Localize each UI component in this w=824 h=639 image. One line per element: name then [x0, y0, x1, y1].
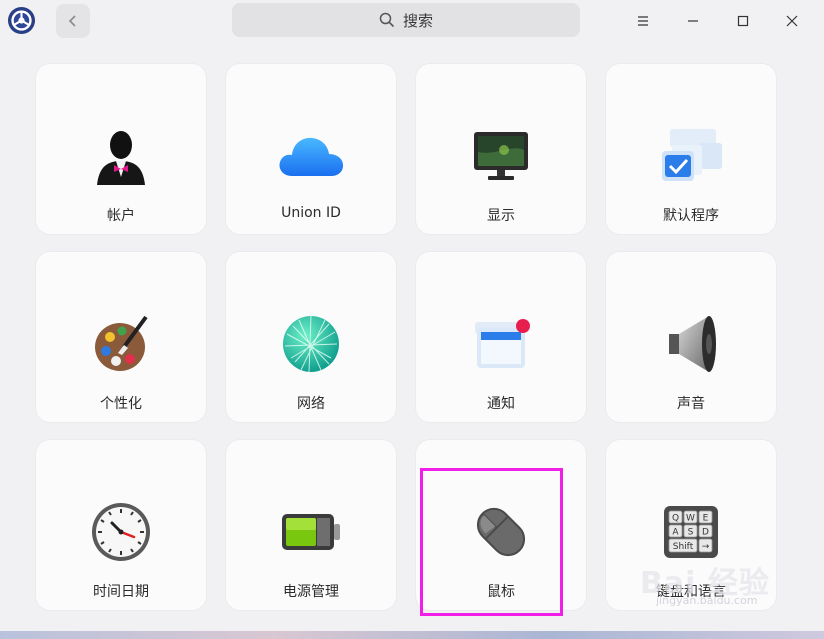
- settings-item-union-id[interactable]: Union ID: [226, 64, 396, 234]
- settings-item-label: 电源管理: [283, 584, 339, 600]
- account-icon: [83, 118, 159, 194]
- default-apps-icon: [653, 118, 729, 194]
- settings-item-label: 网络: [297, 396, 325, 412]
- settings-item-personalization[interactable]: 个性化: [36, 252, 206, 422]
- cloud-icon: [273, 118, 349, 194]
- settings-item-keyboard[interactable]: Q W E A S D Shift → 键盘和语言: [606, 440, 776, 610]
- settings-item-label: 时间日期: [93, 584, 149, 600]
- settings-grid: 帐户 Union ID 显示 默认程序 个性化 网络 通知 声音 时间日期 电源…: [36, 64, 776, 610]
- search-box[interactable]: 搜索: [232, 3, 580, 37]
- settings-item-mouse[interactable]: 鼠标: [416, 440, 586, 610]
- keyboard-icon: Q W E A S D Shift →: [653, 494, 729, 570]
- display-icon: [463, 118, 539, 194]
- network-icon: [273, 306, 349, 382]
- settings-item-notification[interactable]: 通知: [416, 252, 586, 422]
- back-button[interactable]: [56, 4, 90, 38]
- settings-item-label: 键盘和语言: [656, 584, 726, 600]
- settings-item-sound[interactable]: 声音: [606, 252, 776, 422]
- key-arrow-label: →: [702, 542, 710, 552]
- titlebar: 搜索: [0, 0, 824, 42]
- notification-icon: [463, 306, 539, 382]
- minimize-icon: [688, 20, 698, 22]
- mouse-icon: [463, 494, 539, 570]
- minimize-button[interactable]: [678, 6, 708, 36]
- search-placeholder: 搜索: [402, 11, 433, 30]
- settings-item-network[interactable]: 网络: [226, 252, 396, 422]
- settings-item-label: 显示: [487, 208, 515, 224]
- search-icon: [379, 12, 395, 28]
- speaker-icon: [653, 306, 729, 382]
- settings-item-label: 通知: [487, 396, 515, 412]
- settings-item-account[interactable]: 帐户: [36, 64, 206, 234]
- battery-icon: [273, 494, 349, 570]
- control-center-logo-icon[interactable]: [7, 6, 36, 35]
- settings-item-datetime[interactable]: 时间日期: [36, 440, 206, 610]
- settings-item-default-apps[interactable]: 默认程序: [606, 64, 776, 234]
- key-s-label: S: [688, 528, 694, 538]
- key-q-label: Q: [672, 514, 679, 524]
- clock-icon: [83, 494, 159, 570]
- key-a-label: A: [672, 528, 679, 538]
- settings-item-label: 个性化: [100, 396, 142, 412]
- key-d-label: D: [702, 528, 709, 538]
- settings-item-label: Union ID: [281, 205, 341, 221]
- settings-item-power[interactable]: 电源管理: [226, 440, 396, 610]
- maximize-icon: [737, 15, 749, 27]
- close-button[interactable]: [777, 6, 807, 36]
- settings-item-label: 默认程序: [663, 208, 719, 224]
- settings-item-display[interactable]: 显示: [416, 64, 586, 234]
- key-w-label: W: [686, 514, 695, 524]
- control-center-window: 搜索 帐户 Union ID 显示 默认程序 个性化 网络 通知 声音 时间日期…: [0, 0, 824, 631]
- key-shift-label: Shift: [673, 542, 694, 552]
- maximize-button[interactable]: [728, 6, 758, 36]
- menu-icon: [638, 16, 648, 26]
- settings-item-label: 声音: [677, 396, 705, 412]
- desktop-wallpaper-strip: [0, 631, 824, 639]
- settings-item-label: 帐户: [107, 208, 135, 224]
- palette-icon: [83, 306, 159, 382]
- menu-button[interactable]: [628, 6, 658, 36]
- settings-item-label: 鼠标: [487, 584, 515, 600]
- close-icon: [786, 15, 798, 27]
- chevron-left-icon: [68, 15, 76, 27]
- key-e-label: E: [703, 514, 709, 524]
